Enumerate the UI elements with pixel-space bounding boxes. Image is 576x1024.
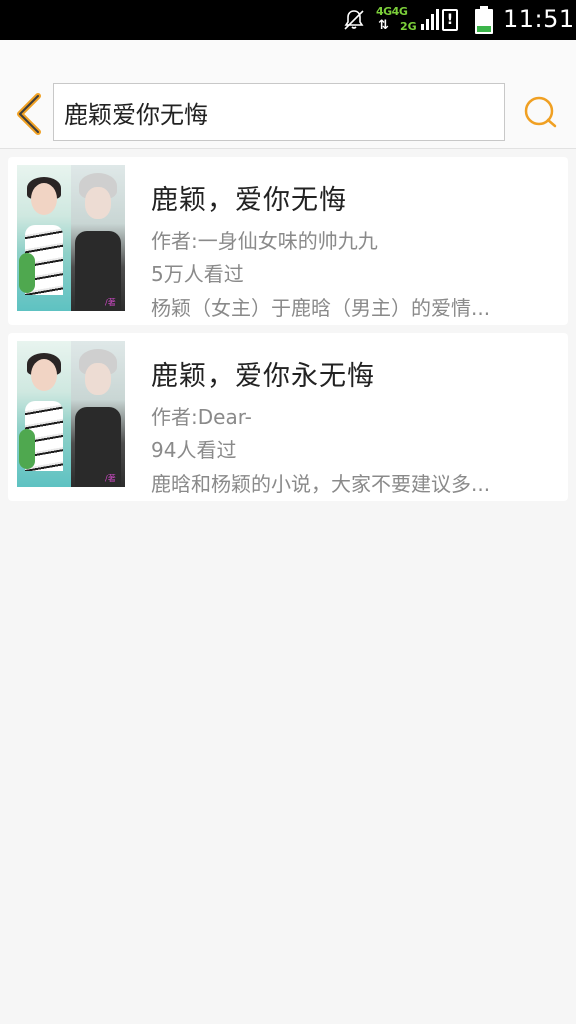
battery-icon xyxy=(475,6,493,34)
search-results-list: /著 鹿颖，爱你无悔 作者:一身仙女味的帅九九 5万人看过 杨颖（女主）于鹿晗（… xyxy=(8,157,568,509)
result-author: 作者:一身仙女味的帅九九 xyxy=(151,229,378,253)
result-item[interactable]: /著 鹿颖，爱你永无悔 作者:Dear- 94人看过 鹿晗和杨颖的小说，大家不要… xyxy=(8,333,568,501)
clock: 11:51 xyxy=(503,5,575,33)
notification-mute-icon xyxy=(344,10,364,30)
search-box[interactable] xyxy=(53,83,505,141)
back-chevron-icon[interactable] xyxy=(12,92,48,136)
result-description: 鹿晗和杨颖的小说，大家不要建议多... xyxy=(151,472,491,496)
network-type-top: 4G4G xyxy=(376,5,408,18)
result-description: 杨颖（女主）于鹿晗（男主）的爱情... xyxy=(151,296,491,320)
search-input[interactable] xyxy=(54,84,504,140)
search-icon[interactable] xyxy=(521,93,559,131)
result-view-count: 94人看过 xyxy=(151,438,237,462)
book-cover-image: /著 xyxy=(17,165,125,311)
signal-strength-icon xyxy=(421,9,439,30)
result-view-count: 5万人看过 xyxy=(151,262,244,286)
result-author: 作者:Dear- xyxy=(151,405,252,429)
status-bar: 4G4G ⇅ 2G ! 11:51 xyxy=(0,0,576,40)
book-cover-image: /著 xyxy=(17,341,125,487)
result-title[interactable]: 鹿颖，爱你永无悔 xyxy=(151,354,375,393)
result-item[interactable]: /著 鹿颖，爱你无悔 作者:一身仙女味的帅九九 5万人看过 杨颖（女主）于鹿晗（… xyxy=(8,157,568,325)
network-type-bottom: 2G xyxy=(400,20,417,33)
search-header xyxy=(0,40,576,149)
result-title[interactable]: 鹿颖，爱你无悔 xyxy=(151,178,347,217)
data-arrows-icon: ⇅ xyxy=(378,18,389,33)
sim-alert-icon: ! xyxy=(442,9,458,31)
